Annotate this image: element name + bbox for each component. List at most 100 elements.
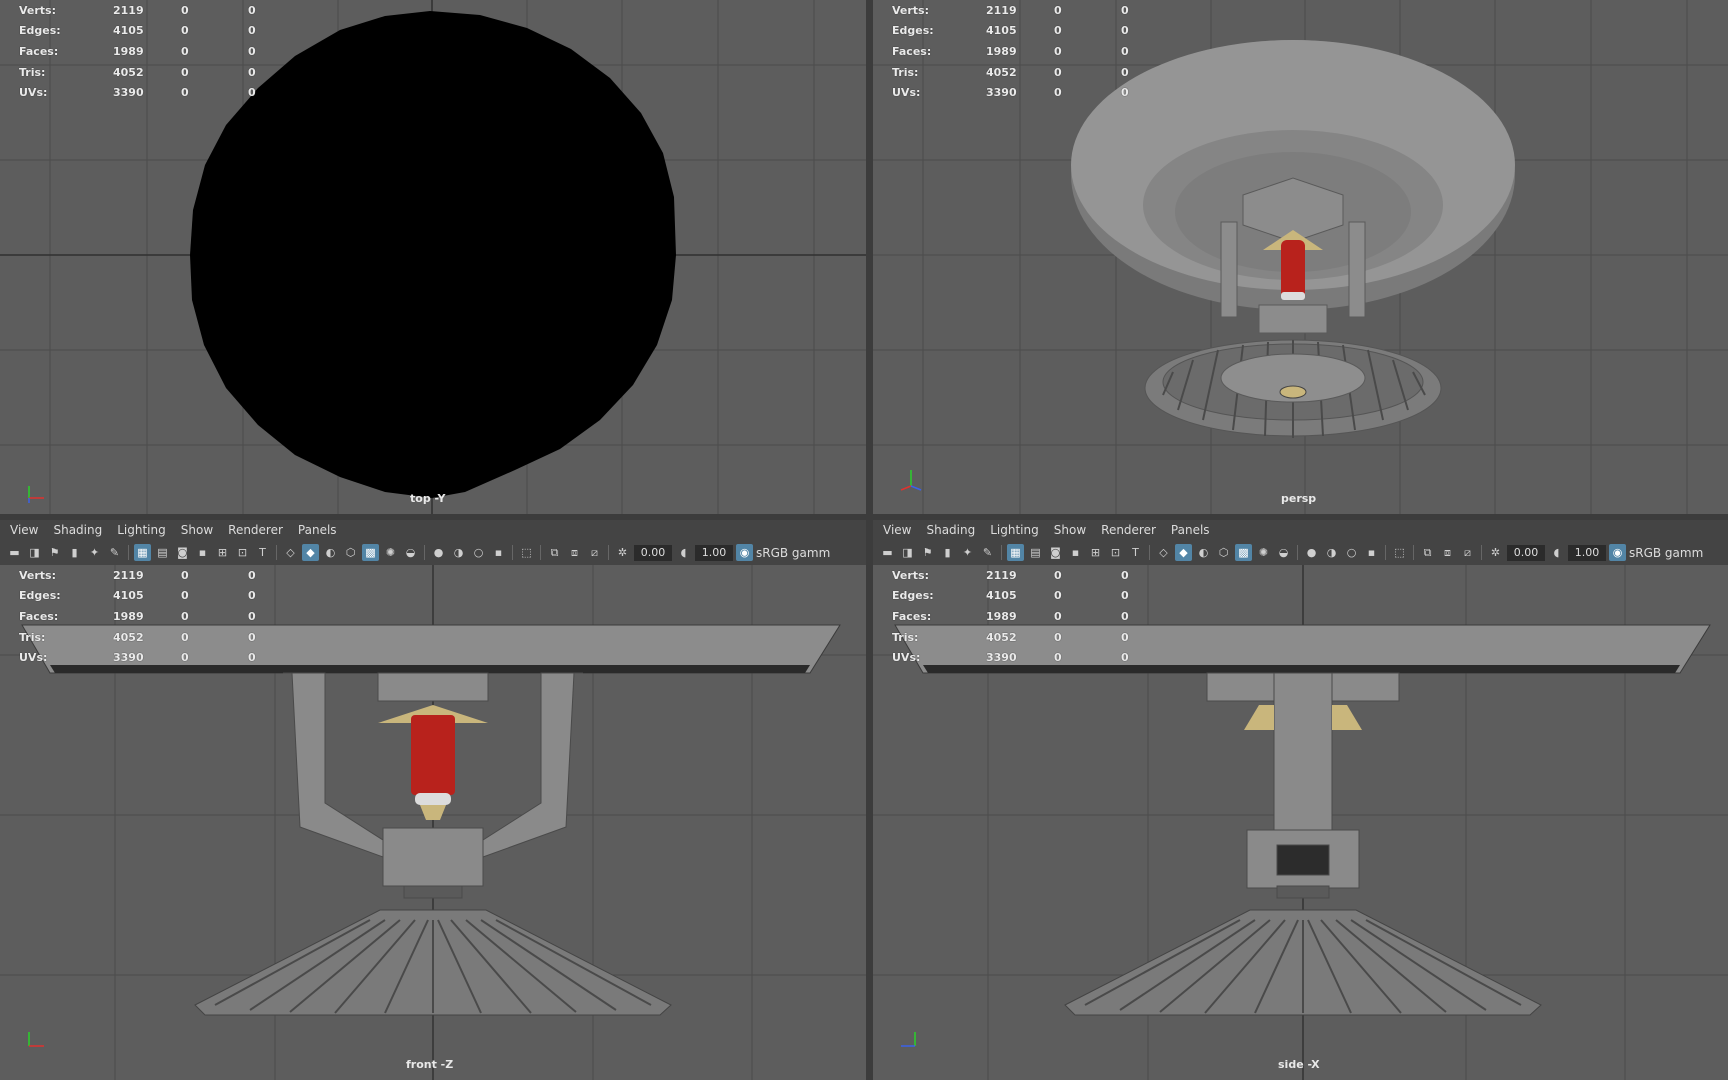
default-material-icon[interactable]: ◐ <box>322 544 339 561</box>
menu-show[interactable]: Show <box>1054 523 1086 537</box>
viewport-top[interactable]: Verts: 2119 0 0 Edges: 4105 0 0 Faces: 1989 0 0 T… <box>0 0 866 514</box>
xray-joints-icon[interactable]: ⧈ <box>1439 544 1456 561</box>
color-space-label[interactable]: sRGB gamm <box>756 546 830 560</box>
viewport-front[interactable]: View Shading Lighting Show Renderer Pane… <box>0 520 866 1080</box>
menu-lighting[interactable]: Lighting <box>117 523 166 537</box>
menu-renderer[interactable]: Renderer <box>228 523 283 537</box>
bookmark-icon[interactable]: ⚑ <box>919 544 936 561</box>
menu-shading[interactable]: Shading <box>926 523 975 537</box>
depth-of-field-icon[interactable]: ▪ <box>1363 544 1380 561</box>
deflector-fins <box>1064 909 1542 1016</box>
film-gate-icon[interactable]: ▤ <box>154 544 171 561</box>
menu-shading[interactable]: Shading <box>53 523 102 537</box>
2d-pan-zoom-icon[interactable]: ✦ <box>86 544 103 561</box>
exposure-icon[interactable]: ✲ <box>614 544 631 561</box>
wireframe-on-shaded-icon[interactable]: ⬡ <box>342 544 359 561</box>
grease-pencil-icon[interactable]: ✎ <box>979 544 996 561</box>
gamma-field[interactable]: 1.00 <box>1568 544 1606 561</box>
smooth-shade-icon[interactable]: ◆ <box>302 544 319 561</box>
panel-splitter-vertical[interactable] <box>866 0 873 1080</box>
camera-icon[interactable]: ▬ <box>879 544 896 561</box>
film-gate-icon[interactable]: ▤ <box>1027 544 1044 561</box>
wireframe-icon[interactable]: ◇ <box>282 544 299 561</box>
grid-icon[interactable]: ▦ <box>1007 544 1024 561</box>
isolate-select-icon[interactable]: ⬚ <box>1391 544 1408 561</box>
resolution-gate-icon[interactable]: ◙ <box>174 544 191 561</box>
safe-title-icon[interactable]: T <box>1127 544 1144 561</box>
hud-row-faces: Faces: 1989 0 0 <box>19 609 256 623</box>
menu-panels[interactable]: Panels <box>298 523 337 537</box>
grid-icon[interactable]: ▦ <box>134 544 151 561</box>
lights-icon[interactable]: ✺ <box>1255 544 1272 561</box>
safe-action-icon[interactable]: ⊡ <box>234 544 251 561</box>
hud-row-uvs: UVs: 3390 0 0 <box>892 651 1129 665</box>
xray-icon[interactable]: ⧉ <box>546 544 563 561</box>
motion-blur-icon[interactable]: ◑ <box>450 544 467 561</box>
panel-toolbar: ▬ ◨ ⚑ ▮ ✦ ✎ ▦ ▤ ◙ ▪ ⊞ ⊡ T ◇ ◆ ◐ ⬡ ▩ ✺ ◒ … <box>0 540 866 565</box>
grease-pencil-icon[interactable]: ✎ <box>106 544 123 561</box>
image-plane-icon[interactable]: ▮ <box>939 544 956 561</box>
toolbar-separator <box>1149 545 1150 560</box>
safe-title-icon[interactable]: T <box>254 544 271 561</box>
field-chart-icon[interactable]: ⊞ <box>214 544 231 561</box>
ambient-occlusion-icon[interactable]: ● <box>1303 544 1320 561</box>
menu-lighting[interactable]: Lighting <box>990 523 1039 537</box>
textured-icon[interactable]: ▩ <box>1235 544 1252 561</box>
hud-row-tris: Tris: 4052 0 0 <box>892 65 1129 79</box>
camera-icon[interactable]: ▬ <box>6 544 23 561</box>
menu-view[interactable]: View <box>883 523 911 537</box>
menu-renderer[interactable]: Renderer <box>1101 523 1156 537</box>
shadows-icon[interactable]: ◒ <box>402 544 419 561</box>
camera-attributes-icon[interactable]: ◨ <box>26 544 43 561</box>
xray-icon[interactable]: ⧉ <box>1419 544 1436 561</box>
color-management-icon[interactable]: ◉ <box>736 544 753 561</box>
gamma-field[interactable]: 1.00 <box>695 544 733 561</box>
color-management-icon[interactable]: ◉ <box>1609 544 1626 561</box>
camera-attributes-icon[interactable]: ◨ <box>899 544 916 561</box>
menu-view[interactable]: View <box>10 523 38 537</box>
menu-show[interactable]: Show <box>181 523 213 537</box>
toolbar-separator <box>1385 545 1386 560</box>
toolbar-separator <box>424 545 425 560</box>
anti-aliasing-icon[interactable]: ○ <box>470 544 487 561</box>
gate-mask-icon[interactable]: ▪ <box>194 544 211 561</box>
poly-count-hud: Verts: 2119 0 0 Edges: 4105 0 0 Faces: 1989 0 0 T… <box>892 0 1161 103</box>
xray-joints-icon[interactable]: ⧈ <box>566 544 583 561</box>
field-chart-icon[interactable]: ⊞ <box>1087 544 1104 561</box>
poly-count-hud: Verts: 2119 0 0 Edges: 4105 0 0 Faces: 1989 0 0 T… <box>19 0 288 103</box>
xray-components-icon[interactable]: ⧄ <box>1459 544 1476 561</box>
smooth-shade-icon[interactable]: ◆ <box>1175 544 1192 561</box>
gamma-icon[interactable]: ◖ <box>675 544 692 561</box>
hud-row-verts: Verts: 2119 0 0 <box>19 3 256 17</box>
exposure-field[interactable]: 0.00 <box>634 544 672 561</box>
menu-panels[interactable]: Panels <box>1171 523 1210 537</box>
wireframe-on-shaded-icon[interactable]: ⬡ <box>1215 544 1232 561</box>
motion-blur-icon[interactable]: ◑ <box>1323 544 1340 561</box>
2d-pan-zoom-icon[interactable]: ✦ <box>959 544 976 561</box>
resolution-gate-icon[interactable]: ◙ <box>1047 544 1064 561</box>
exposure-icon[interactable]: ✲ <box>1487 544 1504 561</box>
gate-mask-icon[interactable]: ▪ <box>1067 544 1084 561</box>
depth-of-field-icon[interactable]: ▪ <box>490 544 507 561</box>
exposure-field[interactable]: 0.00 <box>1507 544 1545 561</box>
color-space-label[interactable]: sRGB gamm <box>1629 546 1703 560</box>
ambient-occlusion-icon[interactable]: ● <box>430 544 447 561</box>
lights-icon[interactable]: ✺ <box>382 544 399 561</box>
hud-row-uvs: UVs: 3390 0 0 <box>19 86 256 100</box>
viewport-side[interactable]: View Shading Lighting Show Renderer Pane… <box>873 520 1728 1080</box>
shadows-icon[interactable]: ◒ <box>1275 544 1292 561</box>
image-plane-icon[interactable]: ▮ <box>66 544 83 561</box>
anti-aliasing-icon[interactable]: ○ <box>1343 544 1360 561</box>
viewport-persp[interactable]: Verts: 2119 0 0 Edges: 4105 0 0 Faces: 1989 0 0 T… <box>873 0 1728 514</box>
hud-row-tris: Tris: 4052 0 0 <box>19 630 256 644</box>
xray-components-icon[interactable]: ⧄ <box>586 544 603 561</box>
textured-icon[interactable]: ▩ <box>362 544 379 561</box>
wireframe-icon[interactable]: ◇ <box>1155 544 1172 561</box>
gamma-icon[interactable]: ◖ <box>1548 544 1565 561</box>
safe-action-icon[interactable]: ⊡ <box>1107 544 1124 561</box>
bookmark-icon[interactable]: ⚑ <box>46 544 63 561</box>
default-material-icon[interactable]: ◐ <box>1195 544 1212 561</box>
isolate-select-icon[interactable]: ⬚ <box>518 544 535 561</box>
camera-label: top -Y <box>410 492 446 505</box>
axis-gizmo-icon <box>897 1022 927 1052</box>
